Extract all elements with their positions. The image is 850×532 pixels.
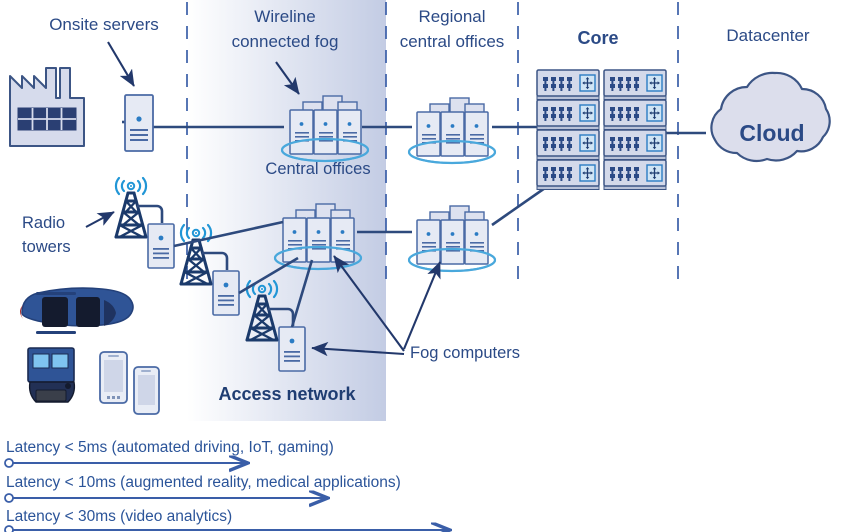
zone-label-wireline-line1: Wireline <box>254 7 315 26</box>
fog-computers-label: Fog computers <box>410 344 520 362</box>
radio-towers-pointer-arrow <box>85 211 115 228</box>
regional-office-cluster-top <box>407 96 497 165</box>
latency-10ms-label: Latency < 10ms (augmented reality, medic… <box>6 474 401 491</box>
robot-kiosk-icon <box>27 347 76 403</box>
latency-10ms-origin-dot <box>4 493 14 503</box>
latency-5ms: Latency < 5ms (automated driving, IoT, g… <box>4 439 334 468</box>
latency-30ms-label: Latency < 30ms (video analytics) <box>6 508 232 525</box>
access-network-label: Access network <box>218 384 356 404</box>
zone-label-datacenter: Datacenter <box>726 26 809 45</box>
zone-label-onsite-servers: Onsite servers <box>49 15 159 34</box>
zone-label-regional-line2: central offices <box>400 32 505 51</box>
radio-towers-label-line1: Radio <box>22 214 65 232</box>
smartphone-1 <box>99 351 128 404</box>
onsite-server-box <box>124 94 154 152</box>
cloud-icon <box>710 71 831 163</box>
factory-icon <box>9 67 85 147</box>
latency-30ms: Latency < 30ms (video analytics) <box>4 508 448 532</box>
zone-label-regional-line1: Regional <box>418 7 485 26</box>
core-router-stack <box>536 69 667 191</box>
central-offices-label: Central offices <box>265 160 370 178</box>
cloud-label: Cloud <box>739 120 804 146</box>
radio-tower-1 <box>114 176 175 269</box>
latency-5ms-label: Latency < 5ms (automated driving, IoT, g… <box>6 439 334 456</box>
onsite-servers-pointer-arrow <box>107 41 135 87</box>
smartphone-2 <box>133 366 160 415</box>
latency-30ms-origin-dot <box>4 525 14 532</box>
network-architecture-diagram: Onsite servers Wireline connected fog Re… <box>0 0 850 532</box>
zone-label-core: Core <box>577 28 618 48</box>
latency-5ms-origin-dot <box>4 458 14 468</box>
regional-office-cluster-bottom <box>407 204 497 273</box>
radio-towers-label-line2: towers <box>22 238 71 256</box>
car-icon <box>20 287 134 334</box>
zone-label-wireline-line2: connected fog <box>232 32 339 51</box>
latency-10ms: Latency < 10ms (augmented reality, medic… <box>4 474 401 503</box>
